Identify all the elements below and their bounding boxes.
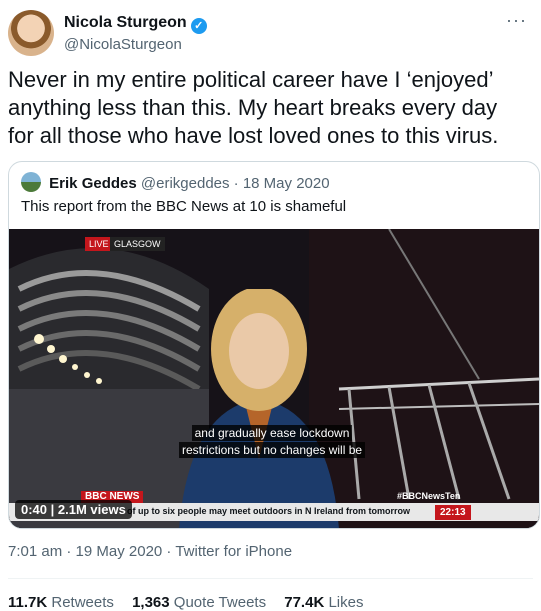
more-options-icon[interactable]: ··· bbox=[506, 10, 527, 31]
quoted-tweet-header: Erik Geddes @erikgeddes · 18 May 2020 bbox=[21, 172, 330, 192]
quoted-date: · 18 May 2020 bbox=[233, 175, 330, 192]
retweets-label: Retweets bbox=[51, 594, 114, 611]
avatar[interactable] bbox=[8, 10, 54, 56]
live-badge: LIVE bbox=[85, 237, 113, 251]
verified-badge-icon: ✓ bbox=[190, 18, 207, 34]
quoted-author-handle: @erikgeddes bbox=[140, 175, 230, 192]
quoted-tweet[interactable]: Erik Geddes @erikgeddes · 18 May 2020 Th… bbox=[8, 161, 540, 529]
engagement-stats: 11.7K Retweets 1,363 Quote Tweets 77.4K … bbox=[8, 594, 377, 611]
subtitle-line-2: restrictions but no changes will be bbox=[178, 442, 366, 458]
divider bbox=[8, 578, 533, 579]
tweet-header: Nicola Sturgeon ✓ @NicolaSturgeon ··· bbox=[8, 8, 533, 58]
video-views: 2.1M views bbox=[57, 502, 126, 517]
broadcast-clock: 22:13 bbox=[435, 505, 471, 520]
tweet-timestamp[interactable]: 7:01 am · 19 May 2020 · Twitter for iPho… bbox=[8, 543, 292, 560]
video-duration: 0:40 bbox=[21, 502, 48, 517]
tweet-text: Never in my entire political career have… bbox=[8, 67, 499, 148]
likes-stat[interactable]: 77.4K Likes bbox=[284, 594, 363, 611]
author-handle[interactable]: @NicolaSturgeon bbox=[64, 36, 182, 53]
quoted-author-name: Erik Geddes bbox=[49, 175, 137, 192]
author-name[interactable]: Nicola Sturgeon bbox=[64, 14, 187, 31]
retweets-count: 11.7K bbox=[8, 594, 48, 611]
reporter-figure bbox=[179, 289, 339, 528]
likes-label: Likes bbox=[328, 594, 364, 611]
quotes-count: 1,363 bbox=[132, 594, 170, 611]
likes-count: 77.4K bbox=[284, 594, 325, 611]
ticker-text: of up to six people may meet outdoors in… bbox=[127, 506, 411, 516]
quotes-label: Quote Tweets bbox=[173, 594, 267, 611]
video-player[interactable]: LIVE GLASGOW and gradually ease lockdown… bbox=[9, 229, 539, 528]
location-badge: GLASGOW bbox=[110, 237, 165, 251]
video-subtitle: and gradually ease lockdown restrictions… bbox=[177, 425, 367, 459]
hashtag-label: #BBCNewsTen bbox=[397, 491, 461, 501]
author-name-row[interactable]: Nicola Sturgeon ✓ bbox=[64, 14, 207, 34]
quoted-avatar bbox=[21, 172, 41, 192]
retweets-stat[interactable]: 11.7K Retweets bbox=[8, 594, 114, 611]
quoted-tweet-text: This report from the BBC News at 10 is s… bbox=[21, 198, 347, 215]
subtitle-line-1: and gradually ease lockdown bbox=[191, 425, 353, 441]
video-duration-badge: 0:40 | 2.1M views bbox=[15, 500, 132, 519]
quote-tweets-stat[interactable]: 1,363 Quote Tweets bbox=[132, 594, 266, 611]
